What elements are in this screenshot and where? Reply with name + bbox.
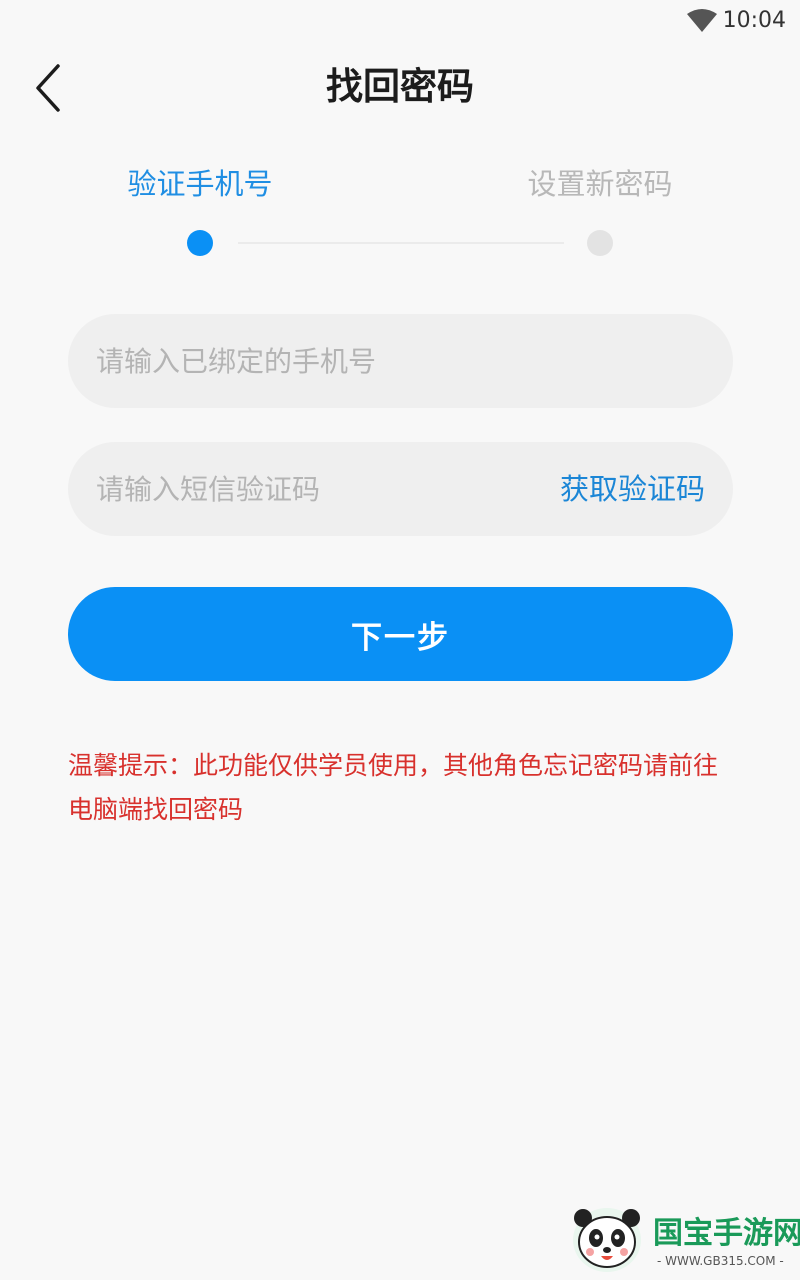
tip-text: 温馨提示：此功能仅供学员使用，其他角色忘记密码请前往电脑端找回密码 — [68, 751, 719, 824]
panda-logo-icon — [573, 1208, 641, 1272]
phone-input[interactable] — [96, 314, 706, 408]
sms-code-input[interactable] — [96, 442, 526, 536]
wifi-icon — [687, 9, 717, 32]
phone-field — [68, 314, 733, 408]
step-label-verify-phone: 验证手机号 — [127, 167, 273, 201]
sms-code-field: 获取验证码 — [68, 442, 733, 536]
status-time: 10:04 — [722, 8, 786, 33]
step-connector-line — [238, 242, 564, 244]
stepper: 验证手机号 设置新密码 — [0, 160, 800, 270]
watermark: 国宝手游网 - WWW.GB315.COM - — [565, 1196, 800, 1280]
watermark-url: - WWW.GB315.COM - — [657, 1254, 784, 1268]
next-step-button[interactable]: 下一步 — [68, 587, 733, 681]
step-dot-active — [187, 230, 213, 256]
status-bar: 10:04 — [0, 0, 800, 44]
step-dot-inactive — [587, 230, 613, 256]
step-label-set-password: 设置新密码 — [527, 167, 673, 201]
watermark-brand: 国宝手游网 — [653, 1216, 800, 1251]
get-code-button[interactable]: 获取验证码 — [560, 442, 705, 536]
page-title: 找回密码 — [326, 65, 474, 108]
nav-bar: 找回密码 — [0, 44, 800, 132]
